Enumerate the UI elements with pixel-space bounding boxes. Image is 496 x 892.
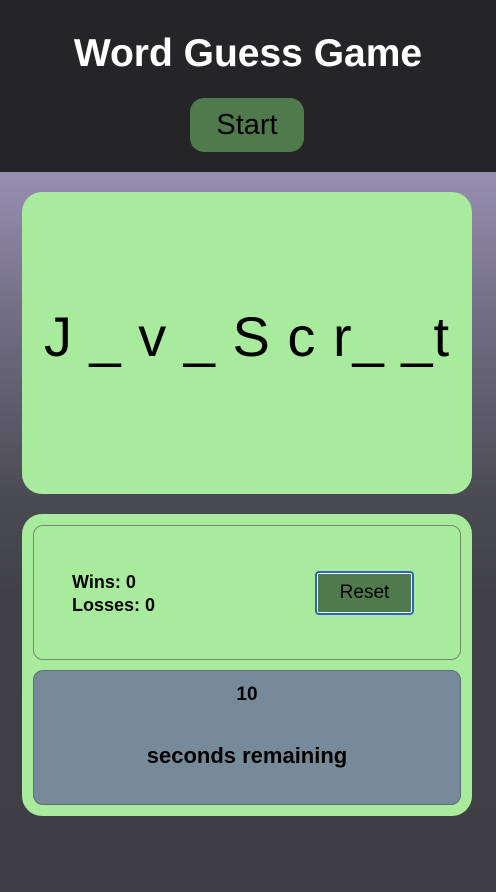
page-header: Word Guess Game Start: [0, 0, 496, 172]
word-card: J _ v _ S c r_ _t: [22, 192, 472, 494]
wins-count: Wins: 0: [72, 572, 136, 592]
timer-label: seconds remaining: [146, 743, 348, 768]
start-button[interactable]: Start: [190, 98, 304, 152]
losses-count: Losses: 0: [72, 595, 156, 615]
page-title: Word Guess Game: [73, 32, 423, 75]
score-panel: Wins: 0 Losses: 0 Reset: [33, 525, 461, 660]
timer-panel: 10 seconds remaining: [33, 670, 461, 805]
reset-button[interactable]: Reset: [315, 571, 414, 615]
timer-seconds: 10: [236, 684, 258, 705]
word-display: J _ v _ S c r_ _t: [43, 305, 451, 368]
